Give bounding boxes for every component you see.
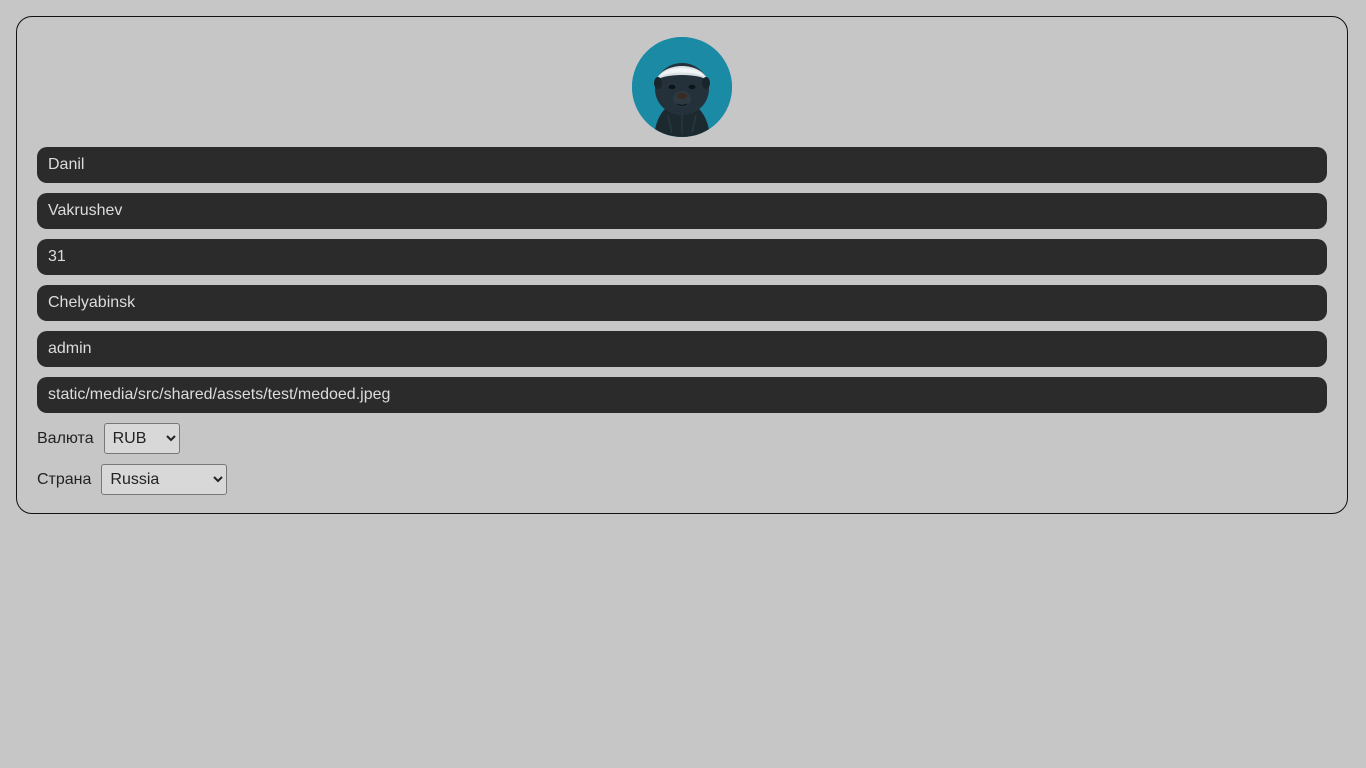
username-field[interactable] (37, 331, 1327, 367)
avatar-path-field[interactable] (37, 377, 1327, 413)
first-name-field[interactable] (37, 147, 1327, 183)
honey-badger-avatar-icon (632, 37, 732, 137)
currency-row: Валюта RUB (37, 423, 1327, 454)
country-row: Страна Russia (37, 464, 1327, 495)
city-field[interactable] (37, 285, 1327, 321)
currency-select[interactable]: RUB (103, 423, 180, 454)
last-name-field[interactable] (37, 193, 1327, 229)
profile-card: Валюта RUB Страна Russia (16, 16, 1348, 514)
country-select[interactable]: Russia (101, 464, 228, 495)
country-label: Страна (37, 470, 92, 488)
avatar (632, 37, 732, 137)
avatar-row (37, 37, 1327, 137)
age-field[interactable] (37, 239, 1327, 275)
currency-label: Валюта (37, 429, 94, 447)
